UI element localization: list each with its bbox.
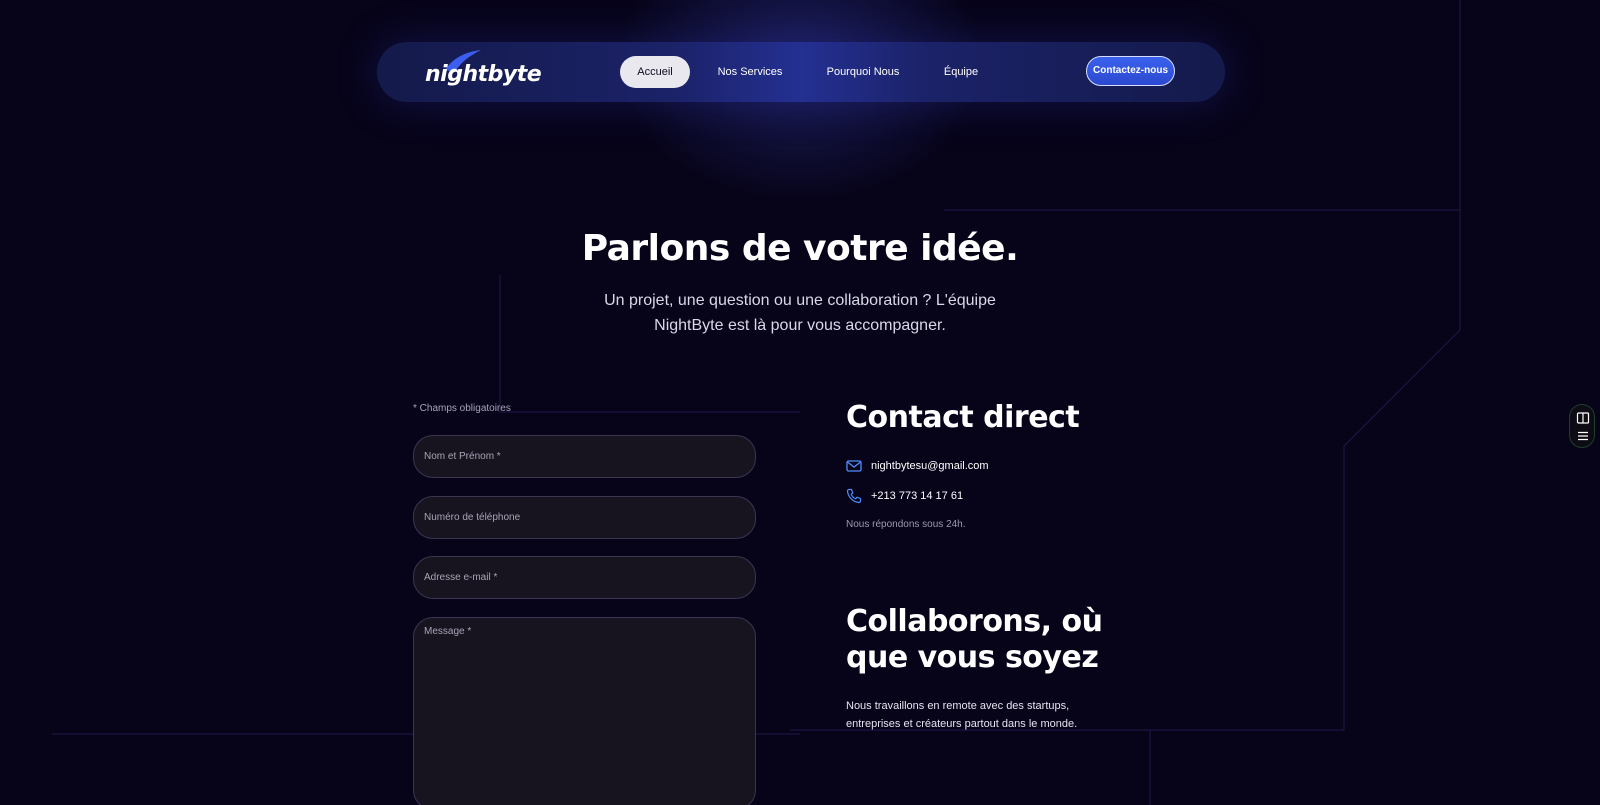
contact-direct-heading: Contact direct xyxy=(846,400,1080,435)
collab-heading: Collaborons, où que vous soyez xyxy=(846,604,1103,675)
contact-phone-row[interactable]: +213 773 14 17 61 xyxy=(846,487,963,505)
page-subtitle: Un projet, une question ou une collabora… xyxy=(604,292,996,334)
phone-icon xyxy=(846,488,862,504)
background-lines xyxy=(52,0,1461,805)
menu-icon[interactable] xyxy=(1576,429,1590,443)
required-fields-note: * Champs obligatoires xyxy=(413,403,511,414)
nav-item-equipe[interactable]: Équipe xyxy=(935,56,987,88)
side-widget xyxy=(1569,404,1595,448)
email-input[interactable] xyxy=(413,556,756,599)
response-time-note: Nous répondons sous 24h. xyxy=(846,519,966,530)
logo[interactable]: nightbyte xyxy=(425,50,542,92)
nav-item-pourquoi-nous[interactable]: Pourquoi Nous xyxy=(818,56,908,88)
contact-email-row[interactable]: nightbytesu@gmail.com xyxy=(846,457,989,475)
nav-item-accueil[interactable]: Accueil xyxy=(620,56,690,88)
message-textarea[interactable] xyxy=(413,617,756,805)
nav-item-nos-services[interactable]: Nos Services xyxy=(710,56,790,88)
page: nightbyte Accueil Nos Services Pourquoi … xyxy=(0,0,1600,805)
contact-email: nightbytesu@gmail.com xyxy=(871,460,989,472)
mail-icon xyxy=(846,460,862,472)
name-input[interactable] xyxy=(413,435,756,478)
logo-text: nightbyte xyxy=(425,62,542,87)
contact-cta-button[interactable]: Contactez-nous xyxy=(1086,56,1175,86)
collab-description: Nous travaillons en remote avec des star… xyxy=(846,700,1078,730)
book-icon[interactable] xyxy=(1576,411,1590,425)
phone-input[interactable] xyxy=(413,496,756,539)
contact-phone: +213 773 14 17 61 xyxy=(871,490,964,502)
page-title: Parlons de votre idée. xyxy=(581,228,1019,269)
